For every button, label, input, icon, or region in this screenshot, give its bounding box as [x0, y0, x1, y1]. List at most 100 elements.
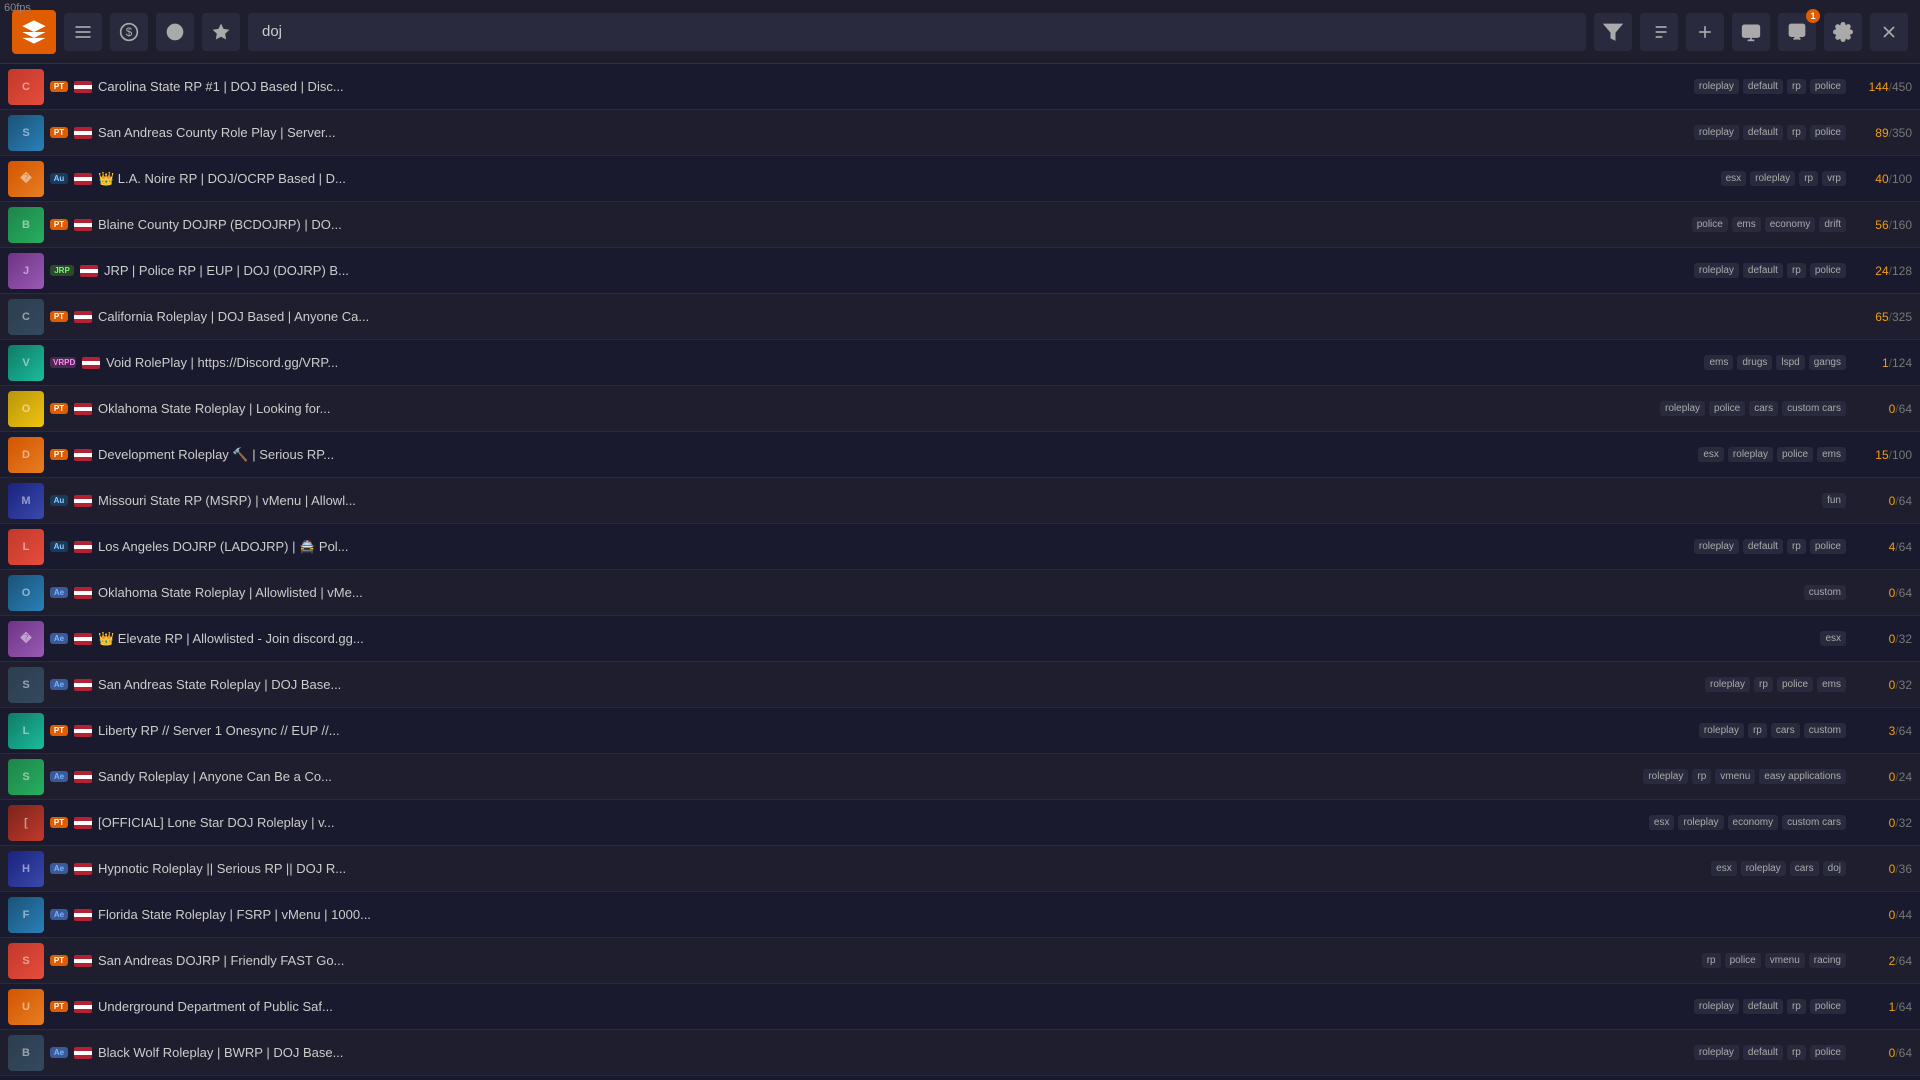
server-row[interactable]: UPTUnderground Department of Public Saf.…	[0, 984, 1920, 1030]
server-tag[interactable]: police	[1709, 401, 1745, 416]
server-tag[interactable]: rp	[1787, 125, 1806, 140]
server-tag[interactable]: vrp	[1822, 171, 1846, 186]
server-tag[interactable]: esx	[1649, 815, 1675, 830]
server-row[interactable]: SAeSandy Roleplay | Anyone Can Be a Co..…	[0, 754, 1920, 800]
server-row[interactable]: SPTSan Andreas DOJRP | Friendly FAST Go.…	[0, 938, 1920, 984]
server-tag[interactable]: cars	[1790, 861, 1819, 876]
server-tag[interactable]: ems	[1817, 677, 1846, 692]
server-tag[interactable]: roleplay	[1728, 447, 1773, 462]
server-row[interactable]: SPTSan Andreas County Role Play | Server…	[0, 110, 1920, 156]
server-tag[interactable]: default	[1743, 125, 1783, 140]
sort-button[interactable]	[1640, 13, 1678, 51]
server-row[interactable]: CPTCalifornia Roleplay | DOJ Based | Any…	[0, 294, 1920, 340]
server-tag[interactable]: racing	[1809, 953, 1846, 968]
server-tag[interactable]: custom	[1804, 723, 1846, 738]
server-tag[interactable]: rp	[1748, 723, 1767, 738]
server-tag[interactable]: custom cars	[1782, 401, 1846, 416]
server-tag[interactable]: police	[1810, 125, 1846, 140]
server-tag[interactable]: police	[1810, 79, 1846, 94]
server-tag[interactable]: roleplay	[1694, 263, 1739, 278]
server-tag[interactable]: police	[1810, 999, 1846, 1014]
server-tag[interactable]: roleplay	[1678, 815, 1723, 830]
server-row[interactable]: MAuMissouri State RP (MSRP) | vMenu | Al…	[0, 478, 1920, 524]
server-tag[interactable]: police	[1810, 539, 1846, 554]
server-tag[interactable]: drugs	[1737, 355, 1772, 370]
server-tag[interactable]: economy	[1765, 217, 1816, 232]
search-box[interactable]	[248, 13, 1586, 51]
server-tag[interactable]: ems	[1704, 355, 1733, 370]
server-tag[interactable]: rp	[1702, 953, 1721, 968]
server-tag[interactable]: rp	[1799, 171, 1818, 186]
server-tag[interactable]: cars	[1749, 401, 1778, 416]
server-tag[interactable]: roleplay	[1660, 401, 1705, 416]
server-tag[interactable]: police	[1810, 263, 1846, 278]
server-row[interactable]: �Au👑 L.A. Noire RP | DOJ/OCRP Based | D.…	[0, 156, 1920, 202]
server-tag[interactable]: custom cars	[1782, 815, 1846, 830]
filter-button[interactable]	[1594, 13, 1632, 51]
server-tag[interactable]: roleplay	[1694, 539, 1739, 554]
server-tag[interactable]: rp	[1787, 263, 1806, 278]
server-tag[interactable]: rp	[1787, 539, 1806, 554]
server-row[interactable]: DPTDevelopment Roleplay 🔨 | Serious RP..…	[0, 432, 1920, 478]
server-tag[interactable]: esx	[1711, 861, 1737, 876]
server-tag[interactable]: gangs	[1809, 355, 1846, 370]
server-tag[interactable]: police	[1777, 677, 1813, 692]
server-tag[interactable]: roleplay	[1750, 171, 1795, 186]
server-tag[interactable]: fun	[1822, 493, 1846, 508]
server-tag[interactable]: esx	[1820, 631, 1846, 646]
server-tag[interactable]: roleplay	[1694, 999, 1739, 1014]
server-tag[interactable]: rp	[1787, 999, 1806, 1014]
server-tag[interactable]: easy applications	[1759, 769, 1846, 784]
server-tag[interactable]: default	[1743, 539, 1783, 554]
screen-button[interactable]	[1732, 13, 1770, 51]
server-tag[interactable]: police	[1810, 1045, 1846, 1060]
server-row[interactable]: HAeHypnotic Roleplay || Serious RP || DO…	[0, 846, 1920, 892]
server-tag[interactable]: rp	[1692, 769, 1711, 784]
server-tag[interactable]: ems	[1817, 447, 1846, 462]
server-tag[interactable]: roleplay	[1694, 125, 1739, 140]
server-tag[interactable]: default	[1743, 263, 1783, 278]
server-tag[interactable]: police	[1725, 953, 1761, 968]
server-row[interactable]: OAeOklahoma State Roleplay | Allowlisted…	[0, 570, 1920, 616]
server-tag[interactable]: default	[1743, 999, 1783, 1014]
server-tag[interactable]: roleplay	[1694, 1045, 1739, 1060]
server-tag[interactable]: roleplay	[1694, 79, 1739, 94]
server-tag[interactable]: roleplay	[1741, 861, 1786, 876]
server-row[interactable]: FAeFlorida State Roleplay | FSRP | vMenu…	[0, 892, 1920, 938]
money-button[interactable]: $	[110, 13, 148, 51]
server-tag[interactable]: economy	[1728, 815, 1779, 830]
server-row[interactable]: CPTCarolina State RP #1 | DOJ Based | Di…	[0, 64, 1920, 110]
server-tag[interactable]: default	[1743, 79, 1783, 94]
server-row[interactable]: SAeSan Andreas State Roleplay | DOJ Base…	[0, 662, 1920, 708]
server-row[interactable]: LPTLiberty RP // Server 1 Onesync // EUP…	[0, 708, 1920, 754]
server-tag[interactable]: cars	[1771, 723, 1800, 738]
server-row[interactable]: JJRPJRP | Police RP | EUP | DOJ (DOJRP) …	[0, 248, 1920, 294]
add-button[interactable]	[1686, 13, 1724, 51]
server-row[interactable]: NAeNew Chance Role Play | Hiring all Dep…	[0, 1076, 1920, 1080]
search-input[interactable]	[262, 23, 1572, 40]
server-tag[interactable]: vmenu	[1765, 953, 1805, 968]
logo-button[interactable]	[12, 10, 56, 54]
menu-button[interactable]	[64, 13, 102, 51]
server-tag[interactable]: roleplay	[1705, 677, 1750, 692]
server-tag[interactable]: vmenu	[1715, 769, 1755, 784]
server-tag[interactable]: custom	[1804, 585, 1846, 600]
server-tag[interactable]: drift	[1819, 217, 1846, 232]
close-button[interactable]	[1870, 13, 1908, 51]
server-tag[interactable]: doj	[1823, 861, 1846, 876]
server-tag[interactable]: lspd	[1776, 355, 1804, 370]
server-row[interactable]: BAeBlack Wolf Roleplay | BWRP | DOJ Base…	[0, 1030, 1920, 1076]
server-row[interactable]: LAuLos Angeles DOJRP (LADOJRP) | 🚔 Pol..…	[0, 524, 1920, 570]
server-tag[interactable]: esx	[1721, 171, 1747, 186]
server-tag[interactable]: ems	[1732, 217, 1761, 232]
server-tag[interactable]: rp	[1787, 1045, 1806, 1060]
server-tag[interactable]: default	[1743, 1045, 1783, 1060]
server-tag[interactable]: roleplay	[1699, 723, 1744, 738]
server-tag[interactable]: esx	[1698, 447, 1724, 462]
server-tag[interactable]: police	[1777, 447, 1813, 462]
server-row[interactable]: VVRPDVoid RolePlay | https://Discord.gg/…	[0, 340, 1920, 386]
server-tag[interactable]: roleplay	[1643, 769, 1688, 784]
server-row[interactable]: �Ae👑 Elevate RP | Allowlisted - Join dis…	[0, 616, 1920, 662]
server-row[interactable]: [PT[OFFICIAL] Lone Star DOJ Roleplay | v…	[0, 800, 1920, 846]
server-tag[interactable]: rp	[1754, 677, 1773, 692]
